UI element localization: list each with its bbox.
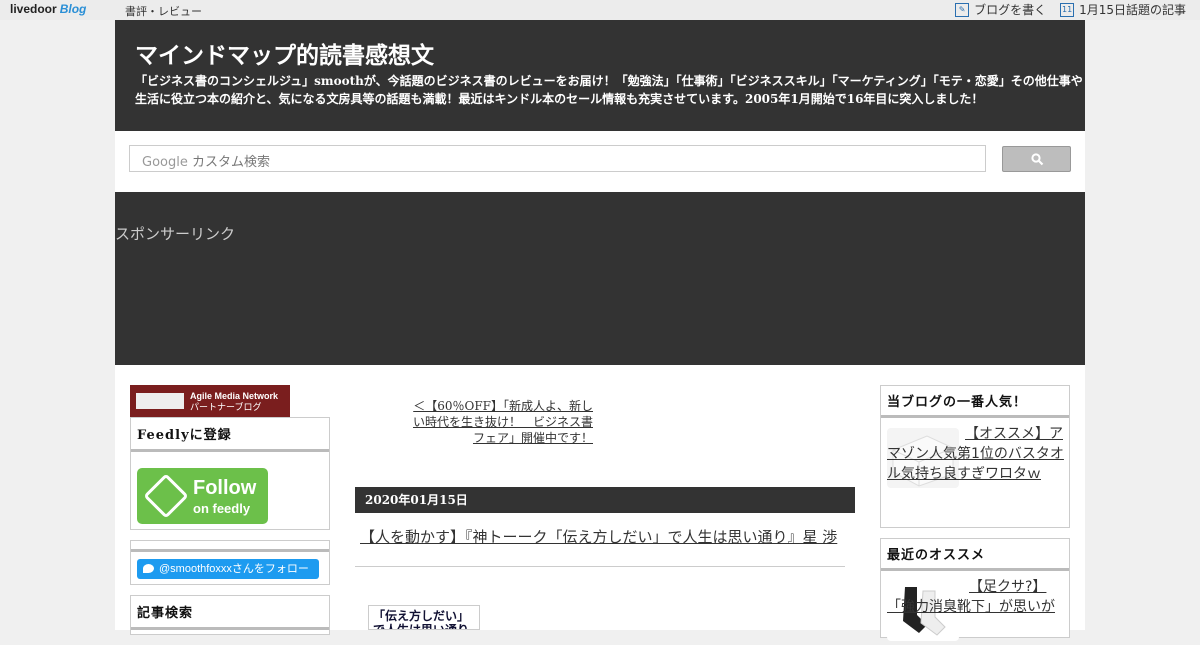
feedly-follow-button[interactable]: Follow on feedly	[137, 468, 268, 524]
feedly-icon	[143, 473, 189, 519]
amn-title: Agile Media Network	[190, 391, 279, 401]
twitter-widget-rule	[131, 541, 329, 552]
write-blog-link[interactable]: ✎ ブログを書く	[955, 1, 1046, 18]
livedoor-blog-logo[interactable]: livedoor Blog	[10, 2, 86, 16]
page-wrapper: マインドマップ的読書感想文 「ビジネス書のコンシェルジュ」smoothが、今話題…	[115, 20, 1085, 641]
twitter-follow-button[interactable]: @smoothfoxxxさんをフォロー	[137, 559, 319, 579]
twitter-widget: @smoothfoxxxさんをフォロー	[130, 540, 330, 585]
popular-heading: 当ブログの一番人気！	[881, 386, 1069, 418]
logo-blog-text: Blog	[59, 2, 87, 16]
popular-widget: 当ブログの一番人気！ 【オススメ】アマゾン人気第1位のバスタオル気持ち良すぎワロ…	[880, 385, 1070, 528]
search-row: Google カスタム検索	[115, 131, 1085, 192]
amn-subtitle: パートナーブログ	[190, 403, 262, 413]
search-placeholder-brand: Google	[142, 155, 188, 170]
search-input[interactable]: Google カスタム検索	[129, 145, 986, 172]
sponsor-label: スポンサーリンク	[115, 225, 236, 243]
feedly-widget: Feedlyに登録 Follow on feedly	[130, 417, 330, 530]
blog-title[interactable]: マインドマップ的読書感想文	[135, 36, 434, 70]
blog-header: マインドマップ的読書感想文 「ビジネス書のコンシェルジュ」smoothが、今話題…	[115, 20, 1085, 131]
topic-articles-label: 1月15日話題の記事	[1079, 3, 1186, 17]
topbar-right-links: ✎ ブログを書く 11 1月15日話題の記事	[955, 1, 1186, 18]
search-icon	[1031, 153, 1044, 166]
article-search-widget: 記事検索	[130, 595, 330, 635]
write-blog-label: ブログを書く	[974, 3, 1047, 17]
pencil-icon: ✎	[955, 2, 970, 17]
article-divider	[355, 566, 845, 567]
article-date: 2020年01月15日	[355, 487, 855, 513]
amn-partner-banner[interactable]: Agile Media Network パートナーブログ	[130, 385, 290, 417]
sponsor-area: スポンサーリンク	[115, 192, 1085, 365]
article-search-heading: 記事検索	[131, 596, 329, 630]
blog-description: 「ビジネス書のコンシェルジュ」smoothが、今話題のビジネス書のレビューをお届…	[135, 74, 1083, 106]
search-button[interactable]	[1002, 146, 1071, 172]
feedly-btn-line2: on feedly	[193, 501, 251, 516]
feedly-heading: Feedlyに登録	[131, 418, 329, 452]
amn-logo-badge	[136, 393, 184, 409]
book-cover-image[interactable]: 「伝え方しだい」で人生は思い通り	[368, 605, 480, 630]
twitter-bird-icon	[143, 564, 154, 573]
calendar-icon: 11	[1060, 2, 1075, 17]
article-title-link[interactable]: 【人を動かす】『神トーーク「伝え方しだい」で人生は思い通り』星 渉	[360, 528, 850, 546]
livedoor-topbar: livedoor Blog 書評・レビュー ✎ ブログを書く 11 1月15日話題…	[0, 0, 1200, 20]
content-area: Agile Media Network パートナーブログ Feedlyに登録 F…	[115, 365, 1085, 641]
search-placeholder: カスタム検索	[191, 155, 270, 170]
recent-heading: 最近のオススメ	[881, 539, 1069, 571]
logo-livedoor-text: livedoor	[10, 2, 57, 16]
topic-articles-link[interactable]: 11 1月15日話題の記事	[1060, 1, 1186, 18]
blog-category-link[interactable]: 書評・レビュー	[125, 3, 202, 19]
popular-item-link[interactable]: 【オススメ】アマゾン人気第1位のバスタオル気持ち良すぎワロタｗ	[887, 424, 1065, 484]
recent-item-link[interactable]: 【足クサ?】「強力消臭靴下」が思いが	[887, 577, 1065, 617]
previous-article-link[interactable]: ＜【60％OFF】「新成人よ、新しい時代を生き抜け！ ビジネス書フェア」開催中で…	[410, 398, 593, 446]
feedly-btn-line1: Follow	[193, 477, 257, 499]
twitter-follow-label: @smoothfoxxxさんをフォロー	[159, 563, 309, 575]
recent-recommend-widget: 最近のオススメ 【足クサ?】「強力消臭靴下」が思いが	[880, 538, 1070, 641]
